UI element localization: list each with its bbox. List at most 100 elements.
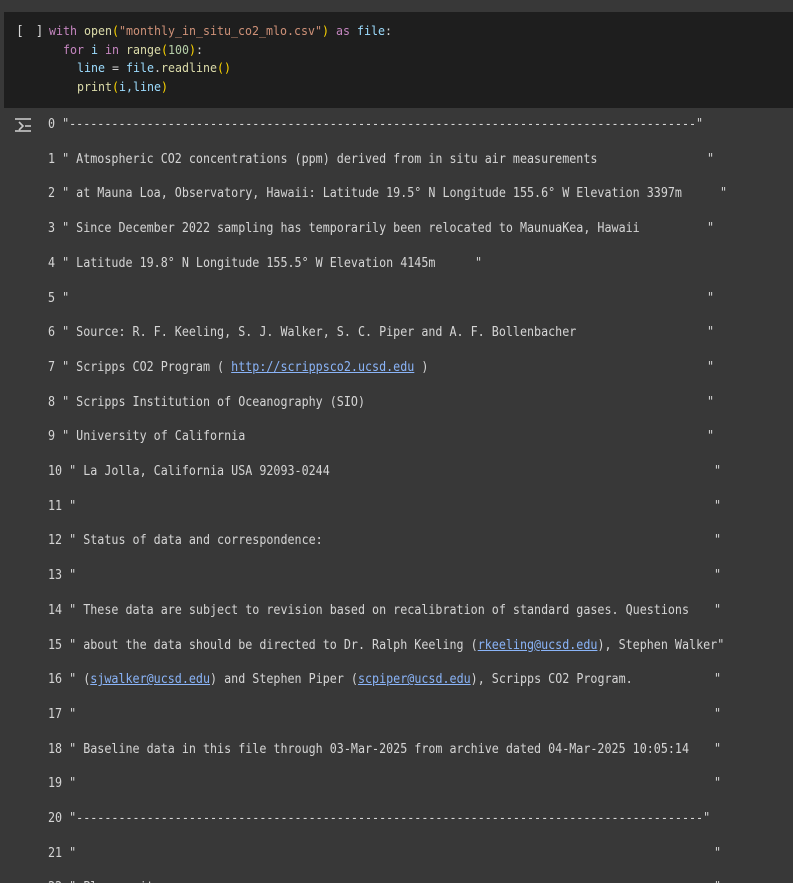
output-line: 10 " La Jolla, California USA 92093-0244…: [48, 463, 722, 481]
output-line-number: 18: [48, 741, 70, 757]
code-token: print: [77, 78, 113, 94]
code-token: open: [84, 23, 113, 38]
cell-output: 0 "-------------------------------------…: [0, 108, 793, 883]
line-end-quote: ": [714, 602, 722, 618]
output-line: 7 " Scripps CO2 Program ( http://scripps…: [48, 359, 719, 377]
output-line: 8 " Scripps Institution of Oceanography …: [48, 394, 719, 412]
line-end-quote: ": [714, 533, 722, 549]
output-line-text: " about the data should be directed to D…: [69, 637, 478, 653]
line-end-quote: ": [706, 394, 715, 410]
output-line-number: 12: [48, 533, 70, 549]
output-line: 13 " ": [48, 567, 722, 585]
output-line: 11 " ": [48, 498, 722, 516]
output-line-text: " Scripps Institution of Oceanography (S…: [62, 394, 365, 410]
output-line-number: 2: [48, 186, 63, 202]
output-line-number: 7: [48, 359, 63, 375]
code-token: in: [105, 41, 120, 57]
output-line-number: 4: [48, 255, 63, 271]
output-line-text: " La Jolla, California USA 92093-0244: [69, 464, 330, 479]
output-line-number: 10: [48, 464, 70, 479]
output-line-text: " (: [69, 672, 91, 688]
code-token: range: [126, 41, 162, 57]
code-editor[interactable]: with open("monthly_in_situ_co2_mlo.csv")…: [49, 22, 392, 96]
line-end-quote: ": [714, 568, 722, 584]
line-end-quote: ": [719, 186, 728, 202]
line-end-quote: ": [714, 672, 722, 688]
output-line-text: " Since December 2022 sampling has tempo…: [62, 221, 640, 237]
output-line-text: ), Stephen Walker": [597, 637, 725, 653]
code-cell[interactable]: [ ] with open("monthly_in_situ_co2_mlo.c…: [4, 12, 793, 108]
output-line-text: " Scripps CO2 Program (: [62, 359, 232, 375]
output-line-number: 11: [48, 498, 70, 514]
email-link[interactable]: rkeeling@ucsd.edu: [478, 638, 598, 653]
output-line: 17 " ": [48, 706, 721, 724]
line-end-quote: ": [714, 498, 722, 514]
code-token: i,line: [119, 78, 162, 94]
code-token: "monthly_in_situ_co2_mlo.csv": [119, 23, 322, 38]
output-line: 12 " Status of data and correspondence: ": [48, 532, 722, 550]
run-cell-button[interactable]: [ ]: [16, 24, 45, 39]
output-line: 21 " ": [48, 845, 722, 863]
output-line-number: 9: [48, 429, 63, 445]
output-line-number: 21: [48, 845, 70, 861]
output-line: 6 " Source: R. F. Keeling, S. J. Walker,…: [48, 324, 719, 342]
output-line-text: " at Mauna Loa, Observatory, Hawaii: Lat…: [62, 186, 682, 202]
output-line-text: " Source: R. F. Keeling, S. J. Walker, S…: [62, 325, 577, 341]
line-end-quote: ": [714, 741, 722, 757]
line-end-quote: ": [714, 776, 722, 792]
line-end-quote: ": [706, 429, 715, 445]
output-line-number: 15: [48, 637, 70, 653]
line-end-quote: ": [714, 464, 722, 479]
output-line-text: ": [69, 706, 77, 722]
output-line-text: ": [62, 290, 70, 306]
output-line-text: ) and Stephen Piper (: [210, 672, 358, 688]
output-line-number: 8: [48, 394, 63, 410]
line-end-quote: ": [714, 879, 721, 883]
code-token: with: [49, 23, 78, 38]
output-line-text: " These data are subject to revision bas…: [69, 602, 690, 618]
code-token: as: [335, 23, 351, 38]
output-line-text: " Latitude 19.8° N Longitude 155.5° W El…: [62, 255, 436, 271]
output-line-number: 0: [48, 117, 63, 132]
output-line-number: 19: [48, 776, 70, 792]
output-line: 9 " University of California ": [48, 428, 719, 446]
top-strip: [0, 0, 793, 12]
output-line-text: ": [69, 568, 77, 584]
code-token: i: [91, 41, 99, 57]
output-line: 15 " about the data should be directed t…: [48, 637, 724, 655]
code-token: line: [77, 60, 106, 75]
output-line: 0 "-------------------------------------…: [48, 116, 719, 134]
email-link[interactable]: scpiper@ucsd.edu: [358, 672, 471, 687]
output-line: 2 " at Mauna Loa, Observatory, Hawaii: L…: [48, 185, 727, 203]
line-end-quote: ": [706, 290, 715, 306]
email-link[interactable]: http://scrippsco2.ucsd.edu: [231, 360, 414, 375]
output-line: 1 " Atmospheric CO2 concentrations (ppm)…: [48, 151, 719, 169]
line-end-quote: ": [706, 325, 715, 341]
line-end-quote: ": [706, 221, 715, 237]
code-token: file: [357, 23, 386, 38]
output-line: 5 " ": [48, 290, 719, 308]
code-token: readline: [161, 60, 218, 75]
output-line-text: " University of California: [62, 429, 246, 445]
code-token: 100: [168, 41, 190, 57]
output-line-number: 6: [48, 325, 63, 341]
output-line-text: ): [414, 359, 429, 375]
output-line-text: "---------------------------------------…: [62, 117, 704, 132]
code-token: file: [126, 60, 155, 75]
output-line-text: " Atmospheric CO2 concentrations (ppm) d…: [62, 151, 598, 167]
output-line-text: " Baseline data in this file through 03-…: [69, 741, 690, 757]
output-line-text: ), Scripps CO2 Program.: [470, 672, 633, 688]
line-end-quote: ": [706, 151, 715, 167]
output-line-number: 13: [48, 568, 70, 584]
output-line-number: 3: [48, 221, 63, 237]
line-end-quote: ": [714, 845, 722, 861]
output-line-number: 17: [48, 706, 70, 722]
output-line-number: 20: [48, 811, 70, 826]
output-line: 18 " Baseline data in this file through …: [48, 741, 722, 759]
output-line: 19 " ": [48, 775, 722, 793]
line-end-quote: ": [474, 255, 483, 271]
email-link[interactable]: sjwalker@ucsd.edu: [90, 672, 210, 687]
output-line-text: ": [69, 776, 77, 792]
output-line-text: ": [69, 845, 77, 861]
output-line-text: "---------------------------------------…: [69, 811, 711, 826]
